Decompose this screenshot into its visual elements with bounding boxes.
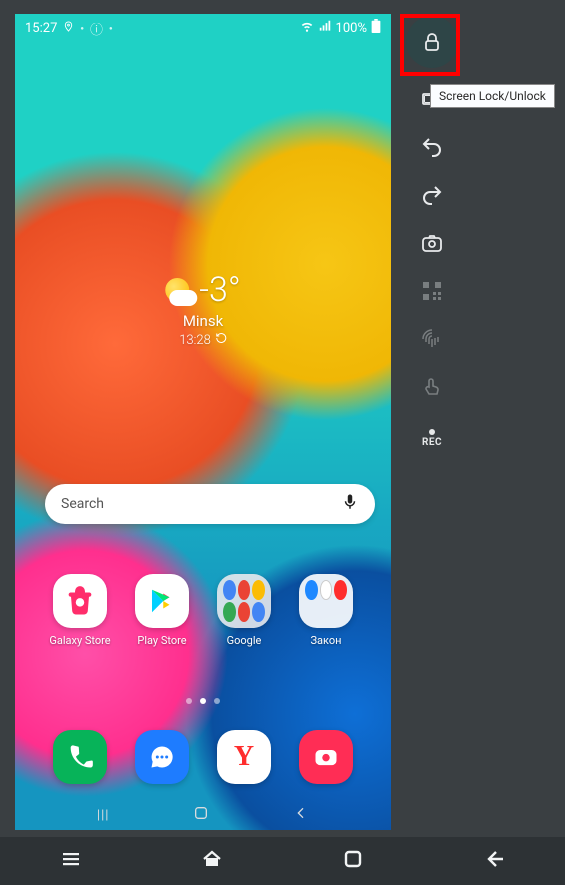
redo-button[interactable] — [406, 178, 458, 212]
app-label: Play Store — [137, 634, 186, 647]
dock-phone[interactable] — [48, 730, 112, 784]
phone-screen[interactable]: 15:27 ● ⓘ ● 100% -3° Minsk — [15, 14, 391, 830]
app-play-store[interactable]: Play Store — [130, 574, 194, 647]
record-label: REC — [422, 437, 442, 448]
app-folder-google[interactable]: Google — [212, 574, 276, 647]
lock-tooltip: Screen Lock/Unlock — [430, 84, 555, 108]
dot — [186, 698, 192, 704]
page-indicator — [186, 698, 220, 704]
dot-active — [200, 698, 206, 704]
dock: Y — [15, 730, 391, 784]
qr-button[interactable] — [406, 274, 458, 308]
battery-icon — [371, 19, 381, 37]
wallpaper — [15, 14, 391, 830]
undo-button[interactable] — [406, 130, 458, 164]
status-time: 15:27 — [25, 21, 57, 36]
lock-button[interactable] — [406, 16, 458, 68]
mic-icon[interactable] — [341, 493, 359, 515]
location-icon — [63, 21, 74, 36]
dock-messages[interactable] — [130, 730, 194, 784]
emu-home-button[interactable] — [200, 847, 224, 875]
emu-overview-button[interactable] — [341, 847, 365, 875]
app-label: Galaxy Store — [49, 634, 110, 647]
nav-back[interactable] — [293, 805, 309, 825]
emu-menu-button[interactable] — [59, 847, 83, 875]
weather-widget[interactable]: -3° Minsk 13:28 — [165, 270, 240, 348]
folder-icon — [217, 574, 271, 628]
app-row: Galaxy Store Play Store Google — [15, 574, 391, 647]
search-bar[interactable]: Search — [45, 484, 375, 524]
signal-icon — [318, 19, 332, 37]
weather-time-text: 13:28 — [179, 333, 211, 348]
emu-back-button[interactable] — [482, 847, 506, 875]
dot — [214, 698, 220, 704]
dock-yandex[interactable]: Y — [212, 730, 276, 784]
status-bar: 15:27 ● ⓘ ● 100% — [15, 14, 391, 42]
fingerprint-button[interactable] — [406, 322, 458, 356]
status-dot-icon: ● — [80, 25, 84, 32]
app-folder-zakon[interactable]: Закон — [294, 574, 358, 647]
record-dot-icon — [429, 429, 435, 435]
app-label: Google — [227, 634, 262, 647]
touch-button[interactable] — [406, 370, 458, 404]
wifi-icon — [300, 19, 314, 37]
app-label: Закон — [311, 634, 342, 647]
weather-city: Minsk — [165, 312, 240, 330]
info-icon: ⓘ — [90, 19, 103, 38]
side-toolbar: REC — [400, 16, 565, 458]
refresh-icon — [215, 332, 227, 348]
weather-icon — [165, 278, 189, 302]
nav-recent[interactable]: ||| — [97, 808, 110, 823]
search-placeholder: Search — [61, 496, 104, 512]
weather-temperature: -3° — [199, 270, 240, 310]
dock-camera[interactable] — [294, 730, 358, 784]
screenshot-button[interactable] — [406, 226, 458, 260]
status-dot-icon: ● — [109, 25, 113, 32]
nav-home[interactable] — [193, 805, 209, 825]
app-galaxy-store[interactable]: Galaxy Store — [48, 574, 112, 647]
emulator-nav-bar — [0, 837, 565, 885]
weather-time: 13:28 — [165, 332, 240, 348]
battery-text: 100% — [336, 21, 367, 36]
phone-nav-bar: ||| — [15, 800, 391, 830]
record-button[interactable]: REC — [406, 418, 458, 458]
folder-icon — [299, 574, 353, 628]
